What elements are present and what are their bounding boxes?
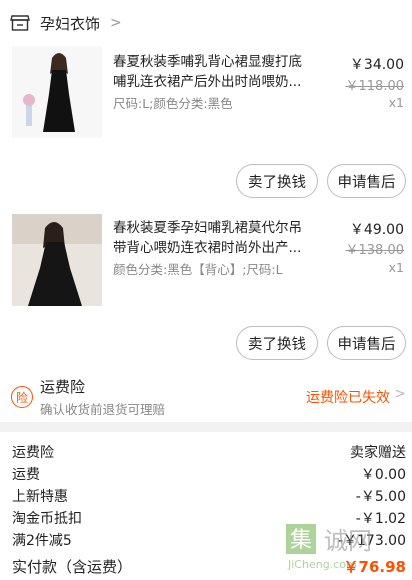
total-row: 实付款（含运费） ￥76.98 [0, 554, 412, 576]
total-value: ￥76.98 [343, 558, 406, 576]
chevron-right-icon: > [110, 15, 122, 31]
freight-insurance[interactable]: 险 运费险 确认收货前退货可理赔 运费险已失效 > [0, 368, 412, 422]
summary-row: 上新特惠 -￥5.00 [0, 484, 412, 506]
summary-value: -￥1.02 [355, 511, 406, 527]
insurance-icon: 险 [11, 386, 33, 408]
item-sku: 颜色分类:黑色【背心】;尺码:L [113, 262, 283, 277]
item-original-price: ￥118.00 [345, 79, 405, 94]
summary-label: 淘金币抵扣 [12, 511, 82, 527]
after-sales-button[interactable]: 申请售后 [327, 326, 406, 360]
product-image[interactable] [12, 214, 102, 306]
summary-row: 运费 ￥0.00 [0, 462, 412, 484]
item-title[interactable]: 春夏秋装季哺乳背心裙显瘦打底哺乳连衣裙产后外出时尚喂奶... [113, 52, 311, 92]
store-icon [10, 15, 30, 31]
item-quantity: x1 [388, 260, 404, 275]
insurance-status[interactable]: 运费险已失效 [306, 387, 390, 407]
product-image[interactable] [12, 46, 102, 138]
after-sales-button[interactable]: 申请售后 [327, 164, 406, 198]
summary-label: 运费险 [12, 445, 54, 461]
order-item[interactable]: 春秋装夏季孕妇哺乳裙莫代尔吊带背心喂奶连衣裙时尚外出产... 颜色分类:黑色【背… [0, 206, 412, 368]
item-price: ￥49.00 [349, 222, 404, 238]
summary-row: 淘金币抵扣 -￥1.02 [0, 506, 412, 528]
item-original-price: ￥138.00 [345, 243, 405, 258]
item-sku: 尺码:L;颜色分类:黑色 [113, 96, 233, 111]
order-item[interactable]: 春夏秋装季哺乳背心裙显瘦打底哺乳连衣裙产后外出时尚喂奶... 尺码:L;颜色分类… [0, 46, 412, 206]
price-summary: 运费险 卖家赠送 运费 ￥0.00 上新特惠 -￥5.00 淘金币抵扣 -￥1.… [0, 432, 412, 580]
item-price: ￥34.00 [349, 57, 404, 73]
summary-row: 满2件减5 -￥173.00 [0, 528, 412, 550]
resell-button[interactable]: 卖了换钱 [236, 164, 318, 198]
summary-label: 上新特惠 [12, 489, 68, 505]
shop-header[interactable]: 孕妇衣饰 > [0, 0, 412, 46]
summary-label: 满2件减5 [12, 533, 72, 549]
summary-value: -￥5.00 [355, 489, 406, 505]
chevron-right-icon: > [394, 386, 406, 402]
shop-name[interactable]: 孕妇衣饰 [40, 13, 100, 34]
insurance-title: 运费险 [40, 378, 86, 396]
item-title[interactable]: 春秋装夏季孕妇哺乳裙莫代尔吊带背心喂奶连衣裙时尚外出产... [113, 218, 311, 258]
summary-value: ￥0.00 [360, 467, 406, 483]
item-quantity: x1 [388, 95, 404, 110]
summary-value: -￥173.00 [337, 533, 406, 549]
insurance-desc: 确认收货前退货可理赔 [40, 402, 166, 417]
resell-button[interactable]: 卖了换钱 [236, 326, 318, 360]
summary-label: 运费 [12, 467, 40, 483]
summary-value: 卖家赠送 [350, 445, 406, 461]
summary-row: 运费险 卖家赠送 [0, 440, 412, 462]
total-label: 实付款（含运费） [12, 558, 133, 576]
